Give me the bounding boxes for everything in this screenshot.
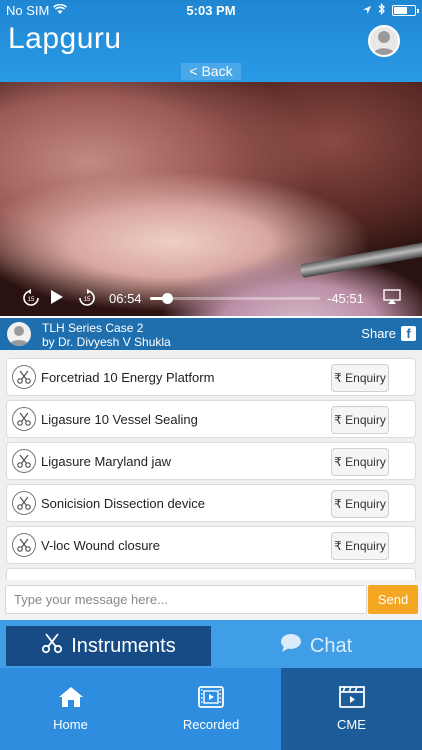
location-icon <box>362 3 372 18</box>
bottom-nav: Home Recorded CME <box>0 668 422 750</box>
airplay-icon[interactable] <box>383 289 401 308</box>
enquiry-button[interactable]: ₹ Enquiry <box>331 532 389 560</box>
facebook-icon: f <box>401 326 416 341</box>
enquiry-button[interactable]: ₹ Enquiry <box>331 448 389 476</box>
nav-recorded-label: Recorded <box>182 717 240 732</box>
instrument-name: Sonicision Dissection device <box>41 496 206 511</box>
back-button[interactable]: < Back <box>181 63 241 80</box>
status-time: 5:03 PM <box>186 3 236 18</box>
video-player[interactable] <box>0 82 422 316</box>
app-header: No SIM 5:03 PM Lapguru < Back <box>0 0 422 82</box>
list-item-partial <box>6 568 416 580</box>
send-button[interactable]: Send <box>368 585 418 614</box>
case-info-bar: TLH Series Case 2 by Dr. Divyesh V Shukl… <box>0 318 422 350</box>
svg-text:15: 15 <box>84 297 91 303</box>
list-item: V-loc Wound closure ₹ Enquiry <box>6 526 416 564</box>
list-item: Sonicision Dissection device ₹ Enquiry <box>6 484 416 522</box>
content-tabs: Instruments Chat <box>0 620 422 668</box>
battery-icon <box>392 5 419 16</box>
instrument-icon <box>12 365 36 389</box>
instrument-icon <box>12 449 36 473</box>
chat-icon <box>280 633 302 659</box>
instrument-icon <box>12 407 36 431</box>
app-logo: Lapguru <box>8 22 122 55</box>
film-icon <box>198 686 224 711</box>
scissors-icon <box>41 632 63 660</box>
enquiry-button[interactable]: ₹ Enquiry <box>331 490 389 518</box>
case-author: by Dr. Divyesh V Shukla <box>42 335 171 349</box>
share-label: Share <box>361 326 396 341</box>
instrument-name: Ligasure 10 Vessel Sealing <box>41 412 198 427</box>
current-time: 06:54 <box>109 291 142 306</box>
instrument-icon <box>12 533 36 557</box>
play-icon[interactable] <box>50 289 64 308</box>
clapperboard-icon <box>338 686 365 711</box>
list-item: Ligasure Maryland jaw ₹ Enquiry <box>6 442 416 480</box>
video-controls: 15 15 06:54 -45:51 <box>0 283 422 313</box>
remaining-time: -45:51 <box>327 291 364 306</box>
tab-chat[interactable]: Chat <box>212 626 420 666</box>
message-bar: Send <box>0 580 422 620</box>
share-button[interactable]: Share f <box>361 326 416 341</box>
instrument-name: Forcetriad 10 Energy Platform <box>41 370 215 385</box>
status-bar: No SIM 5:03 PM <box>0 0 422 20</box>
nav-cme-label: CME <box>337 717 366 732</box>
video-progress-slider[interactable] <box>150 293 320 304</box>
nav-home-label: Home <box>53 717 88 732</box>
case-title: TLH Series Case 2 <box>42 321 144 335</box>
tab-instruments-label: Instruments <box>71 634 176 657</box>
instruments-list[interactable]: Forcetriad 10 Energy Platform ₹ Enquiry … <box>0 350 422 580</box>
instrument-name: V-loc Wound closure <box>41 538 160 553</box>
profile-avatar[interactable] <box>368 25 400 57</box>
list-item: Forcetriad 10 Energy Platform ₹ Enquiry <box>6 358 416 396</box>
message-input[interactable] <box>5 585 367 614</box>
bluetooth-icon <box>378 2 386 18</box>
video-frame-instrument <box>299 239 422 279</box>
nav-home[interactable]: Home <box>0 668 141 750</box>
tab-chat-label: Chat <box>309 634 353 657</box>
instrument-name: Ligasure Maryland jaw <box>41 454 172 469</box>
instrument-icon <box>12 491 36 515</box>
list-item: Ligasure 10 Vessel Sealing ₹ Enquiry <box>6 400 416 438</box>
home-icon <box>58 686 84 711</box>
rewind-15-icon[interactable]: 15 <box>22 289 40 310</box>
doctor-avatar <box>7 322 31 346</box>
enquiry-button[interactable]: ₹ Enquiry <box>331 406 389 434</box>
nav-cme[interactable]: CME <box>281 668 422 750</box>
tab-instruments[interactable]: Instruments <box>6 626 211 666</box>
svg-text:15: 15 <box>28 297 35 303</box>
progress-knob[interactable] <box>162 293 173 304</box>
forward-15-icon[interactable]: 15 <box>78 289 96 310</box>
enquiry-button[interactable]: ₹ Enquiry <box>331 364 389 392</box>
nav-recorded[interactable]: Recorded <box>141 668 281 750</box>
